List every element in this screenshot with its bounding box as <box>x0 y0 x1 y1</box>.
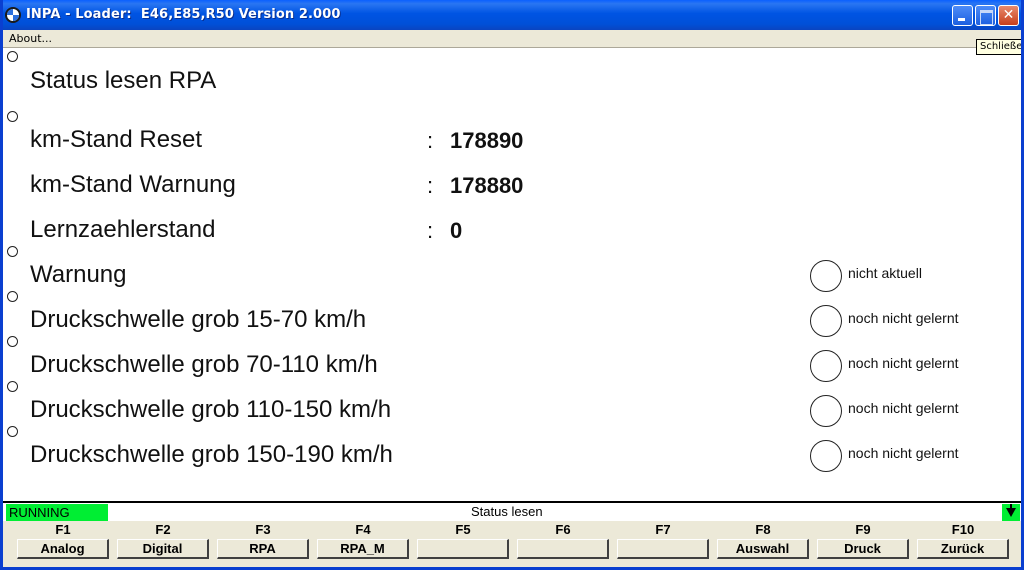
arrow-down-icon <box>1002 504 1020 522</box>
fkey-label: F4 <box>355 522 371 537</box>
f6-button[interactable] <box>517 539 609 559</box>
minimize-button[interactable] <box>952 5 973 26</box>
indicator-state-70-110: noch nicht gelernt <box>848 355 959 371</box>
section-marker-icon <box>7 291 18 302</box>
digital-button[interactable]: Digital <box>117 539 209 559</box>
f5-button[interactable] <box>417 539 509 559</box>
bmw-logo-icon[interactable] <box>5 7 21 23</box>
status-bar: RUNNING Status lesen <box>3 501 1021 522</box>
fkey-label: F5 <box>455 522 471 537</box>
status-lamp-icon <box>810 305 842 337</box>
druck-button[interactable]: Druck <box>817 539 909 559</box>
zurueck-button[interactable]: Zurück <box>917 539 1009 559</box>
menu-bar: About... <box>3 30 1021 48</box>
running-indicator: RUNNING <box>6 504 108 521</box>
fkey-label: F2 <box>155 522 171 537</box>
auswahl-button[interactable]: Auswahl <box>717 539 809 559</box>
fkey-label: F3 <box>255 522 271 537</box>
page-title: Status lesen RPA <box>30 67 217 94</box>
indicator-state-150-190: noch nicht gelernt <box>848 445 959 461</box>
fkey-label: F8 <box>755 522 771 537</box>
indicator-state-warnung: nicht aktuell <box>848 265 922 281</box>
close-tooltip: Schließen <box>976 39 1021 55</box>
indicator-state-15-70: noch nicht gelernt <box>848 310 959 326</box>
indicator-label-15-70: Druckschwelle grob 15-70 km/h <box>30 306 367 333</box>
section-marker-icon <box>7 336 18 347</box>
indicator-label-150-190: Druckschwelle grob 150-190 km/h <box>30 441 393 468</box>
status-lamp-icon <box>810 260 842 292</box>
analog-button[interactable]: Analog <box>17 539 109 559</box>
section-marker-icon <box>7 51 18 62</box>
indicator-label-70-110: Druckschwelle grob 70-110 km/h <box>30 351 378 378</box>
fkey-label: F1 <box>55 522 71 537</box>
window-title: INPA - Loader: E46,E85,R50 Version 2.000 <box>26 7 341 22</box>
section-marker-icon <box>7 246 18 257</box>
close-button[interactable]: ✕ <box>998 5 1019 26</box>
status-lamp-icon <box>810 350 842 382</box>
value-label-lernzaehler: Lernzaehlerstand <box>30 216 216 243</box>
value-colon: : <box>427 173 434 198</box>
inpa-window: INPA - Loader: E46,E85,R50 Version 2.000… <box>0 0 1024 570</box>
indicator-state-110-150: noch nicht gelernt <box>848 400 959 416</box>
value-km-warnung: 178880 <box>450 173 524 198</box>
rpa-button[interactable]: RPA <box>217 539 309 559</box>
maximize-button[interactable] <box>975 5 996 26</box>
fkey-label: F9 <box>855 522 871 537</box>
value-label-km-reset: km-Stand Reset <box>30 126 203 153</box>
value-lernzaehler: 0 <box>450 218 463 243</box>
fkey-label: F7 <box>655 522 671 537</box>
status-lamp-icon <box>810 395 842 427</box>
status-panel: Status lesen RPA km-Stand Reset : 178890… <box>3 49 1021 501</box>
f7-button[interactable] <box>617 539 709 559</box>
value-colon: : <box>427 218 434 243</box>
section-marker-icon <box>7 381 18 392</box>
rpa-m-button[interactable]: RPA_M <box>317 539 409 559</box>
menu-about[interactable]: About... <box>9 32 52 45</box>
status-lamp-icon <box>810 440 842 472</box>
section-marker-icon <box>7 111 18 122</box>
value-colon: : <box>427 128 434 153</box>
indicator-label-warnung: Warnung <box>30 261 127 288</box>
fkey-label: F6 <box>555 522 571 537</box>
section-marker-icon <box>7 426 18 437</box>
status-text: Status lesen <box>471 504 543 519</box>
indicator-label-110-150: Druckschwelle grob 110-150 km/h <box>30 396 392 423</box>
value-km-reset: 178890 <box>450 128 524 153</box>
title-bar[interactable]: INPA - Loader: E46,E85,R50 Version 2.000… <box>3 0 1021 30</box>
value-label-km-warnung: km-Stand Warnung <box>30 171 236 198</box>
fkey-label: F10 <box>951 522 975 537</box>
function-key-bar: F1 Analog F2 Digital F3 RPA F4 RPA_M F5 … <box>3 521 1021 567</box>
